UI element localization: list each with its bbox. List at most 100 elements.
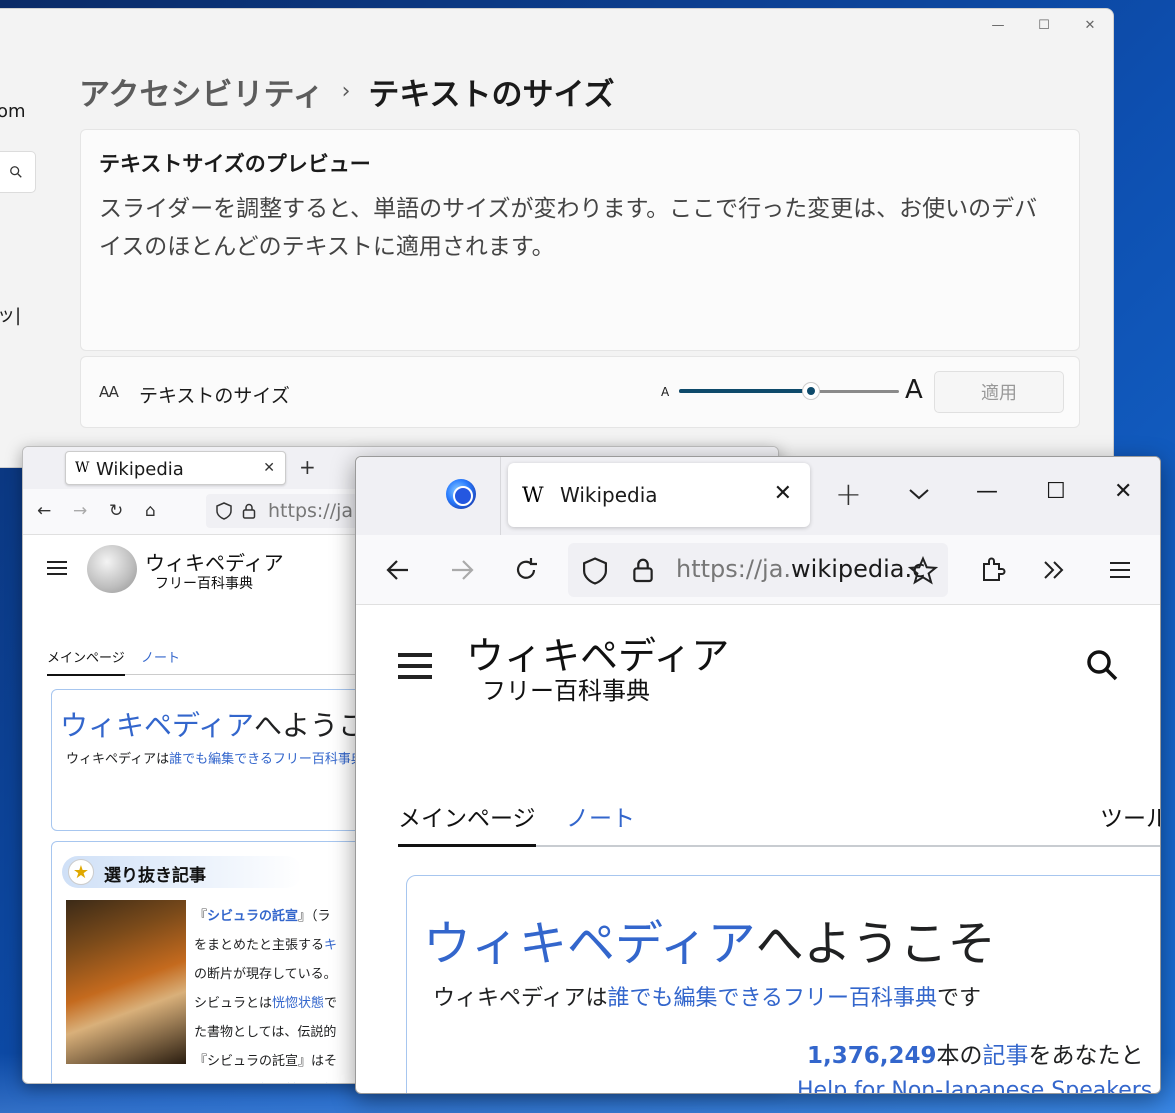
article-count[interactable]: 1,376,249 [807, 1043, 937, 1069]
featured-line-pre: 『シビュラの託宣』はそ [194, 1054, 338, 1069]
tab-tools[interactable]: ツール [1100, 799, 1160, 833]
slider-thumb[interactable] [802, 382, 820, 400]
sibyl-painting-image[interactable] [66, 900, 186, 1064]
welcome-link[interactable]: ウィキペディア [423, 916, 756, 972]
forward-arrow-icon[interactable] [448, 556, 476, 584]
app-menu-icon[interactable] [1106, 556, 1134, 584]
wikipedia-page-front: ウィキペディア フリー百科事典 メインページ ノート ツール ウィキペディアへよ… [356, 605, 1160, 1093]
back-arrow-icon[interactable]: ← [37, 501, 51, 521]
featured-line-pre: やかる形で [194, 1083, 259, 1084]
featured-line-link[interactable]: シビュラの託宣 [207, 909, 298, 924]
shield-icon[interactable] [216, 502, 232, 520]
featured-line-pre: シビュラとは [194, 996, 273, 1011]
slider-min-label: A [661, 385, 670, 399]
featured-line: 『シビュラの託宣』（ラ [194, 902, 337, 931]
tab-title: Wikipedia [560, 483, 658, 507]
welcome-desc-pre: ウィキペディアは [433, 986, 608, 1011]
featured-title: 選り抜き記事 [104, 866, 206, 886]
welcome-rest: へようこそ [755, 916, 996, 972]
free-encyclopedia-link[interactable]: 誰でも編集できるフリー百科事典 [607, 986, 937, 1011]
page-tabs: メインページ ノート ツール [398, 795, 1160, 847]
tab-talk[interactable]: ノート [566, 799, 635, 833]
list-all-tabs-chevron-icon[interactable] [907, 482, 931, 506]
reload-icon[interactable]: ↻ [109, 501, 123, 521]
wikipedia-wordmark[interactable]: ウィキペディア [145, 547, 284, 576]
home-icon[interactable]: ⌂ [145, 501, 156, 521]
extensions-puzzle-icon[interactable] [978, 556, 1006, 584]
minimize-icon[interactable]: — [976, 479, 998, 504]
star-icon: ★ [68, 859, 94, 885]
free-encyclopedia-link[interactable]: 誰でも編集できるフリー百科事典 [169, 752, 364, 767]
url-text: https://ja.wikipedia.c [676, 555, 925, 583]
text-size-label: テキストのサイズ [139, 385, 290, 407]
maximize-icon[interactable]: ☐ [1046, 479, 1066, 504]
maximize-icon[interactable]: ☐ [1021, 9, 1067, 41]
featured-line: やかる形で紀元前140年 [194, 1076, 337, 1084]
featured-line: をまとめたと主張するキ [194, 931, 337, 960]
wikipedia-globe-logo[interactable] [87, 545, 137, 593]
featured-line-link[interactable]: 紀元前140年 [259, 1083, 336, 1084]
featured-line-pre: 『 [194, 909, 208, 924]
tab-talk[interactable]: ノート [141, 647, 180, 666]
featured-text: 『シビュラの託宣』（ラ をまとめたと主張するキ の断片が現存している。 シビュラとは恍… [194, 902, 337, 1084]
featured-line-pre: た書物としては、伝説的 [194, 1025, 337, 1040]
wikipedia-tagline: フリー百科事典 [482, 677, 650, 705]
firefox-window-front[interactable]: W Wikipedia ✕ + — ☐ ✕ https://ja.wikiped… [355, 456, 1161, 1094]
welcome-rest: へようこ [254, 709, 367, 742]
help-non-japanese-link[interactable]: Help for Non-Japanese Speakers [797, 1078, 1152, 1093]
welcome-description: ウィキペディアは誰でも編集できるフリー百科事典 [66, 748, 364, 767]
menu-icon[interactable] [398, 653, 432, 686]
text-size-setting-row: AA テキストのサイズ A A 適用 [80, 356, 1080, 428]
slider-max-label: A [905, 375, 923, 405]
menu-icon[interactable] [47, 561, 67, 579]
tab-bar: W Wikipedia ✕ + — ☐ ✕ [356, 457, 1160, 535]
sidebar-item-fragment[interactable]: ッ| [0, 301, 21, 327]
tab-wikipedia[interactable]: W Wikipedia ✕ [65, 451, 286, 485]
featured-line-link[interactable]: キ [324, 938, 337, 953]
lock-icon[interactable] [242, 503, 256, 519]
new-tab-button[interactable]: + [299, 455, 316, 479]
featured-line: シビュラとは恍惚状態で [194, 989, 337, 1018]
featured-line-pre: の断片が現存している。 [194, 967, 337, 982]
forward-arrow-icon[interactable]: → [73, 501, 87, 521]
url-bar[interactable]: https://ja.wikipedia.c [568, 543, 948, 597]
search-icon[interactable] [1084, 647, 1120, 683]
breadcrumb-separator-icon: › [341, 79, 351, 104]
welcome-heading: ウィキペディアへようこ [60, 704, 366, 744]
slider-fill [679, 389, 811, 393]
minimize-icon[interactable]: — [975, 9, 1021, 41]
text-size-icon: AA [99, 383, 119, 401]
featured-line-link[interactable]: 恍惚状態 [272, 996, 324, 1011]
tab-main-page[interactable]: メインページ [47, 647, 125, 676]
close-icon[interactable]: ✕ [1067, 9, 1113, 41]
tab-close-icon[interactable]: ✕ [774, 481, 792, 506]
overflow-chevrons-icon[interactable] [1040, 556, 1068, 584]
featured-line: 『シビュラの託宣』はそ [194, 1047, 337, 1076]
reload-icon[interactable] [512, 556, 540, 584]
new-tab-button[interactable]: + [835, 475, 862, 513]
text-size-slider[interactable] [679, 379, 899, 403]
tab-main-page[interactable]: メインページ [398, 799, 536, 847]
back-arrow-icon[interactable] [384, 556, 412, 584]
count-post: をあなたと [1028, 1043, 1144, 1069]
url-domain: wikipedia.c [791, 555, 926, 583]
wikipedia-tagline: フリー百科事典 [155, 576, 253, 592]
apply-button[interactable]: 適用 [934, 371, 1064, 413]
text-size-preview-card: テキストサイズのプレビュー スライダーを調整すると、単語のサイズが変わります。こ… [80, 129, 1080, 351]
featured-header: ★ 選り抜き記事 [62, 856, 302, 888]
bookmark-star-icon[interactable] [908, 556, 938, 586]
shield-icon[interactable] [582, 557, 608, 585]
articles-link[interactable]: 記事 [983, 1043, 1029, 1069]
tab-close-icon[interactable]: ✕ [263, 460, 275, 476]
welcome-box: ウィキペディアへようこそ ウィキペディアは誰でも編集できるフリー百科事典です 1… [406, 875, 1160, 1093]
lock-icon[interactable] [632, 557, 654, 583]
breadcrumb-parent[interactable]: アクセシビリティ [79, 69, 324, 114]
welcome-link[interactable]: ウィキペディア [60, 709, 254, 742]
wikipedia-favicon-icon: W [522, 483, 544, 507]
featured-line-pre: をまとめたと主張する [194, 938, 325, 953]
firefox-logo-icon[interactable] [446, 479, 476, 509]
tab-wikipedia[interactable]: W Wikipedia ✕ [508, 463, 810, 527]
sidebar-search-box[interactable] [0, 151, 36, 193]
wikipedia-favicon-icon: W [75, 460, 90, 476]
close-icon[interactable]: ✕ [1114, 479, 1132, 504]
